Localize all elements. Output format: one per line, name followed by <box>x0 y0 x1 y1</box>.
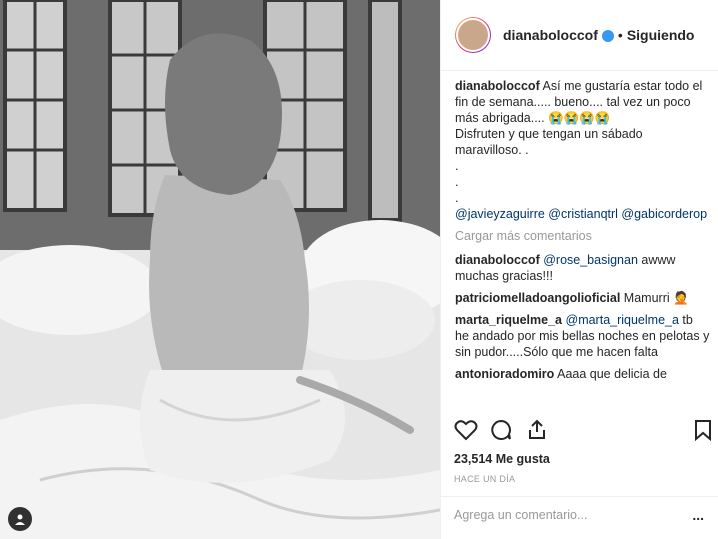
comment-username[interactable]: patriciomelladoangolioficial <box>455 291 620 305</box>
comment: marta_riquelme_a @marta_riquelme_a tb he… <box>455 312 710 360</box>
post-header: dianabolocсof • Siguiendo <box>441 0 718 71</box>
action-bar <box>452 415 718 445</box>
more-options-button[interactable]: ... <box>692 507 704 523</box>
likes-count[interactable]: 23,514 Me gusta <box>454 452 550 466</box>
divider <box>440 496 718 497</box>
avatar[interactable] <box>455 17 491 53</box>
follow-status-button[interactable]: Siguiendo <box>627 27 695 43</box>
caption-line: . <box>455 191 459 205</box>
caption-username[interactable]: dianabolocсof <box>455 79 540 93</box>
caption-line: Disfruten y que tengan un sábado maravil… <box>455 127 643 157</box>
comment-text: Aaaa que delicia de <box>557 367 667 381</box>
post-photo[interactable] <box>0 0 440 539</box>
bookmark-icon[interactable] <box>694 419 712 441</box>
comment-icon[interactable] <box>490 419 512 441</box>
load-more-comments-link[interactable]: Cargar más comentarios <box>455 228 710 244</box>
header-username[interactable]: dianabolocсof <box>503 27 598 43</box>
caption-line: . <box>455 159 459 173</box>
heart-icon[interactable] <box>454 419 478 441</box>
caption-mentions[interactable]: @javieyzaguirre @cristianqtrl @gabicorde… <box>455 206 710 222</box>
comment-username[interactable]: dianabolocсof <box>455 253 540 267</box>
comments-list[interactable]: dianabolocсof Así me gustaría estar todo… <box>455 78 710 411</box>
comment-mention[interactable]: @rose_basignan <box>543 253 638 267</box>
verified-badge-icon <box>601 30 614 42</box>
add-comment-input[interactable]: Agrega un comentario... <box>454 508 587 522</box>
separator-dot: • <box>617 27 623 43</box>
caption-line: . <box>455 175 459 189</box>
comment-mention[interactable]: @marta_riquelme_a <box>566 313 679 327</box>
photo-illustration <box>0 0 440 539</box>
comment: antonioradomiro Aaaa que delicia de <box>455 366 710 382</box>
post-timestamp[interactable]: HACE UN DÍA <box>454 474 515 484</box>
tag-user-icon[interactable] <box>8 507 32 531</box>
comment: patriciomelladoangolioficial Mamurri 🤦 <box>455 290 710 306</box>
comment: dianabolocсof @rose_basignan awww muchas… <box>455 252 710 284</box>
comment-username[interactable]: marta_riquelme_a <box>455 313 562 327</box>
share-icon[interactable] <box>526 418 548 440</box>
instagram-post: dianabolocсof • Siguiendo dianabolocсof … <box>0 0 718 539</box>
caption: dianabolocсof Así me gustaría estar todo… <box>455 78 710 222</box>
comment-username[interactable]: antonioradomiro <box>455 367 554 381</box>
comment-text: Mamurri 🤦 <box>623 291 689 305</box>
